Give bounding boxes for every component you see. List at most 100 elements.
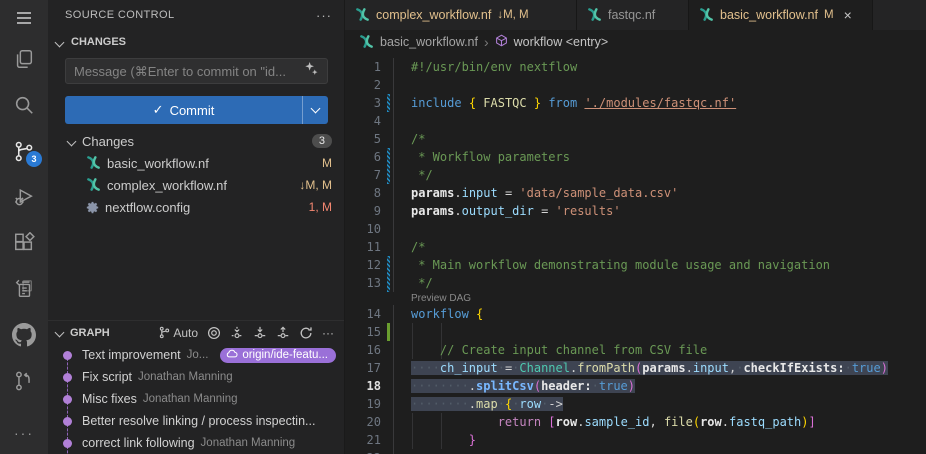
file-name: nextflow.config: [105, 200, 190, 215]
line-number: 18: [345, 377, 381, 395]
code-line: 8params.input = 'data/sample_data.csv': [345, 184, 926, 202]
push-icon[interactable]: [276, 326, 290, 340]
fetch-icon[interactable]: [230, 326, 244, 340]
pull-icon[interactable]: [253, 326, 267, 340]
commit-message: Better resolve linking / process inspect…: [82, 414, 315, 428]
git-status-badge: 1, M: [309, 200, 332, 214]
code-editor[interactable]: 1#!/usr/bin/env nextflow23include { FAST…: [345, 54, 926, 454]
gutter-modified-icon: [381, 148, 393, 166]
source-control-icon[interactable]: 3: [0, 128, 48, 174]
line-number: 5: [345, 130, 381, 148]
gutter: [381, 220, 393, 238]
changes-file-list: basic_workflow.nfM complex_workflow.nf ↓M,…: [48, 152, 344, 218]
run-debug-icon[interactable]: [0, 174, 48, 220]
gutter: [381, 202, 393, 220]
commit-button[interactable]: ✓ Commit: [65, 96, 328, 124]
chevron-down-icon: [55, 328, 65, 338]
commit-dot: [58, 432, 76, 454]
cloud-icon: [226, 349, 238, 361]
scm-badge: 3: [26, 151, 42, 167]
line-number: 10: [345, 220, 381, 238]
more-icon[interactable]: ···: [14, 418, 34, 448]
tab-label: complex_workflow.nf: [376, 8, 491, 22]
commit-message: correct link following: [82, 436, 195, 450]
refresh-icon[interactable]: [299, 326, 313, 340]
git-pullrequest-icon[interactable]: [0, 358, 48, 404]
nextflow-icon: [86, 155, 101, 171]
nextflow-icon: [86, 177, 101, 193]
branch-ref-badge[interactable]: origin/ide-featu...: [220, 348, 336, 363]
file-row[interactable]: complex_workflow.nf ↓M, M: [48, 174, 344, 196]
line-number: 1: [345, 58, 381, 76]
editor-tab[interactable]: complex_workflow.nf↓M, M: [345, 0, 577, 30]
code-text: ········.map·{·row·->: [393, 395, 926, 413]
code-text: /*: [393, 238, 926, 256]
gutter-modified-icon: [381, 94, 393, 112]
sidebar-title: SOURCE CONTROL: [65, 9, 175, 21]
commit-row[interactable]: Text improvementJo...origin/ide-featu...: [48, 344, 344, 366]
menu-icon[interactable]: [0, 0, 48, 36]
code-line: 3include { FASTQC } from './modules/fast…: [345, 94, 926, 112]
line-number: 7: [345, 166, 381, 184]
changes-section-header[interactable]: CHANGES: [48, 30, 344, 54]
codelens-preview-dag[interactable]: Preview DAG: [345, 292, 926, 305]
code-line: 12 * Main workflow demonstrating module …: [345, 256, 926, 274]
sparkle-icon[interactable]: [304, 61, 319, 81]
gutter: [381, 130, 393, 148]
code-line: 17····ch_input·=·Channel.fromPath(params…: [345, 359, 926, 377]
breadcrumb-file[interactable]: basic_workflow.nf: [380, 35, 478, 49]
code-text: ····ch_input·=·Channel.fromPath(params.i…: [393, 359, 926, 377]
code-text: [393, 220, 926, 238]
code-text: return [row.sample_id, file(row.fastq_pa…: [393, 413, 926, 431]
explorer-icon[interactable]: [0, 36, 48, 82]
commit-row[interactable]: Misc fixesJonathan Manning: [48, 388, 344, 410]
editor-tab[interactable]: basic_workflow.nfM×: [689, 0, 873, 30]
code-text: */: [393, 166, 926, 184]
document-flow-icon[interactable]: [0, 266, 48, 312]
code-text: [393, 112, 926, 130]
sidebar-more-icon[interactable]: ···: [316, 8, 332, 23]
gutter: [381, 377, 393, 395]
gutter-modified-icon: [381, 166, 393, 184]
editor-tab[interactable]: fastqc.nf: [577, 0, 689, 30]
code-line: 6 * Workflow parameters: [345, 148, 926, 166]
commit-dot: [58, 344, 76, 366]
commit-message-input[interactable]: [74, 64, 298, 79]
gutter: [381, 431, 393, 449]
graph-section-header[interactable]: GRAPH Auto: [48, 320, 344, 344]
commit-row[interactable]: correct link followingJonathan Manning: [48, 432, 344, 454]
gutter: [381, 184, 393, 202]
commit-dot: [58, 366, 76, 388]
code-text: ········.splitCsv(header:·true): [393, 377, 926, 395]
target-icon[interactable]: [207, 326, 221, 340]
branch-auto-selector[interactable]: Auto: [159, 326, 198, 340]
graph-more-icon[interactable]: ···: [322, 326, 334, 340]
breadcrumb-symbol[interactable]: workflow <entry>: [514, 35, 608, 49]
extensions-icon[interactable]: [0, 220, 48, 266]
tab-label: fastqc.nf: [608, 8, 655, 22]
changes-tree-header[interactable]: Changes 3: [48, 130, 344, 152]
code-line: 14workflow {: [345, 305, 926, 323]
code-line: 16 // Create input channel from CSV file: [345, 341, 926, 359]
commit-row[interactable]: Better resolve linking / process inspect…: [48, 410, 344, 432]
code-line: 2: [345, 76, 926, 94]
gutter: [381, 76, 393, 94]
git-status-badge: ↓M, M: [299, 178, 332, 192]
code-text: [393, 449, 926, 454]
commit-message-box: [65, 58, 328, 84]
close-icon[interactable]: ×: [844, 7, 852, 23]
gutter: [381, 341, 393, 359]
line-number: 14: [345, 305, 381, 323]
github-icon[interactable]: [0, 312, 48, 358]
commit-dropdown-button[interactable]: [302, 96, 328, 124]
search-icon[interactable]: [0, 82, 48, 128]
line-number: 6: [345, 148, 381, 166]
line-number: 13: [345, 274, 381, 292]
gutter-modified-icon: [381, 256, 393, 274]
graph-commit-list: Text improvementJo...origin/ide-featu...…: [48, 344, 344, 454]
chevron-down-icon: [67, 136, 77, 146]
file-row[interactable]: nextflow.config 1, M: [48, 196, 344, 218]
file-name: complex_workflow.nf: [107, 178, 227, 193]
commit-row[interactable]: Fix scriptJonathan Manning: [48, 366, 344, 388]
file-row[interactable]: basic_workflow.nfM: [48, 152, 344, 174]
